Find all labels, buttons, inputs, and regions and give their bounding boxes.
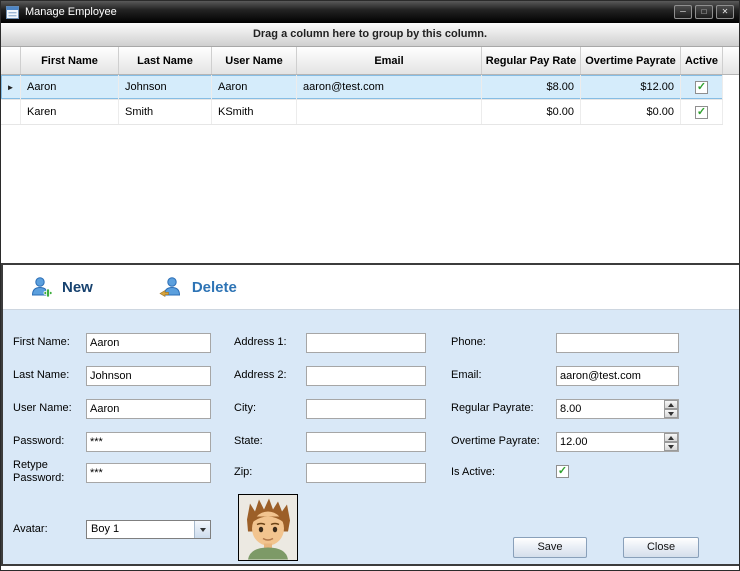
delete-button[interactable]: Delete: [159, 275, 237, 299]
state-field[interactable]: [306, 432, 426, 452]
window-title: Manage Employee: [25, 6, 674, 18]
state-label: State:: [234, 435, 263, 447]
header-overtime-payrate[interactable]: Overtime Payrate: [581, 47, 681, 74]
employee-detail-panel: New Delete First Name: Last Name: User N…: [1, 263, 740, 566]
email-field[interactable]: [556, 366, 679, 386]
delete-button-label: Delete: [192, 279, 237, 296]
address2-label: Address 2:: [234, 369, 287, 381]
spin-up-icon[interactable]: [664, 433, 678, 442]
maximize-icon[interactable]: □: [695, 5, 713, 19]
phone-label: Phone:: [451, 336, 486, 348]
cell-active[interactable]: ✓: [681, 75, 723, 99]
password-field[interactable]: [86, 432, 211, 452]
last-name-field[interactable]: [86, 366, 211, 386]
row-indicator-icon: ►: [1, 75, 21, 99]
cell-regular-pay-rate[interactable]: $8.00: [482, 75, 581, 99]
regular-payrate-label: Regular Payrate:: [451, 402, 534, 414]
overtime-payrate-label: Overtime Payrate:: [451, 435, 540, 447]
zip-label: Zip:: [234, 466, 252, 478]
password-label: Password:: [13, 435, 64, 447]
new-employee-icon: [29, 275, 53, 299]
is-active-checkbox[interactable]: ✓: [556, 465, 569, 478]
city-label: City:: [234, 402, 256, 414]
active-checkbox[interactable]: ✓: [695, 81, 708, 94]
zip-field[interactable]: [306, 463, 426, 483]
address1-label: Address 1:: [234, 336, 287, 348]
first-name-field[interactable]: [86, 333, 211, 353]
new-button[interactable]: New: [29, 275, 93, 299]
phone-field[interactable]: [556, 333, 679, 353]
group-by-bar[interactable]: Drag a column here to group by this colu…: [1, 23, 739, 47]
cell-first-name[interactable]: Aaron: [21, 75, 119, 99]
header-active[interactable]: Active: [681, 47, 723, 74]
user-name-field[interactable]: [86, 399, 211, 419]
close-icon[interactable]: ✕: [716, 5, 734, 19]
regular-payrate-stepper: [556, 399, 679, 419]
header-last-name[interactable]: Last Name: [119, 47, 212, 74]
header-filler: [723, 47, 739, 74]
cell-active[interactable]: ✓: [681, 100, 723, 124]
overtime-payrate-stepper: [556, 432, 679, 452]
header-regular-pay-rate[interactable]: Regular Pay Rate: [482, 47, 581, 74]
row-indicator-cell: [1, 100, 21, 124]
first-name-label: First Name:: [13, 336, 70, 348]
retype-password-label: Retype Password:: [13, 459, 71, 485]
last-name-label: Last Name:: [13, 369, 69, 381]
city-field[interactable]: [306, 399, 426, 419]
table-row[interactable]: ► Aaron Johnson Aaron aaron@test.com $8.…: [1, 75, 723, 100]
minimize-icon[interactable]: ─: [674, 5, 692, 19]
table-row[interactable]: Karen Smith KSmith $0.00 $0.00 ✓: [1, 100, 723, 125]
user-name-label: User Name:: [13, 402, 72, 414]
email-label: Email:: [451, 369, 482, 381]
regular-payrate-field[interactable]: [556, 399, 679, 419]
detail-toolbar: New Delete: [3, 265, 739, 310]
spin-down-icon[interactable]: [664, 442, 678, 451]
cell-overtime-payrate[interactable]: $12.00: [581, 75, 681, 99]
avatar-image: [238, 494, 298, 561]
cell-user-name[interactable]: Aaron: [212, 75, 297, 99]
new-button-label: New: [62, 279, 93, 296]
grid-empty-area: [1, 125, 739, 262]
close-button[interactable]: Close: [623, 537, 699, 558]
avatar-label: Avatar:: [13, 523, 48, 535]
manage-employee-window: Manage Employee ─ □ ✕ Drag a column here…: [0, 0, 740, 571]
spin-up-icon[interactable]: [664, 400, 678, 409]
spin-down-icon[interactable]: [664, 409, 678, 418]
chevron-down-icon[interactable]: [194, 521, 210, 538]
address2-field[interactable]: [306, 366, 426, 386]
header-user-name[interactable]: User Name: [212, 47, 297, 74]
overtime-payrate-field[interactable]: [556, 432, 679, 452]
is-active-label: Is Active:: [451, 466, 495, 478]
address1-field[interactable]: [306, 333, 426, 353]
save-button[interactable]: Save: [513, 537, 587, 558]
cell-email[interactable]: [297, 100, 482, 124]
retype-password-field[interactable]: [86, 463, 211, 483]
cell-first-name[interactable]: Karen: [21, 100, 119, 124]
avatar-select[interactable]: Boy 1: [86, 520, 211, 539]
cell-regular-pay-rate[interactable]: $0.00: [482, 100, 581, 124]
cell-email[interactable]: aaron@test.com: [297, 75, 482, 99]
avatar-selected-value: Boy 1: [87, 521, 194, 538]
header-email[interactable]: Email: [297, 47, 482, 74]
header-indicator-cell: [1, 47, 21, 74]
header-first-name[interactable]: First Name: [21, 47, 119, 74]
app-icon: [6, 6, 19, 19]
cell-last-name[interactable]: Johnson: [119, 75, 212, 99]
employee-form: First Name: Last Name: User Name: Passwo…: [3, 310, 739, 564]
cell-overtime-payrate[interactable]: $0.00: [581, 100, 681, 124]
delete-employee-icon: [159, 275, 183, 299]
cell-user-name[interactable]: KSmith: [212, 100, 297, 124]
active-checkbox[interactable]: ✓: [695, 106, 708, 119]
title-bar[interactable]: Manage Employee ─ □ ✕: [1, 1, 739, 23]
cell-last-name[interactable]: Smith: [119, 100, 212, 124]
grid-header-row: First Name Last Name User Name Email Reg…: [1, 47, 739, 75]
